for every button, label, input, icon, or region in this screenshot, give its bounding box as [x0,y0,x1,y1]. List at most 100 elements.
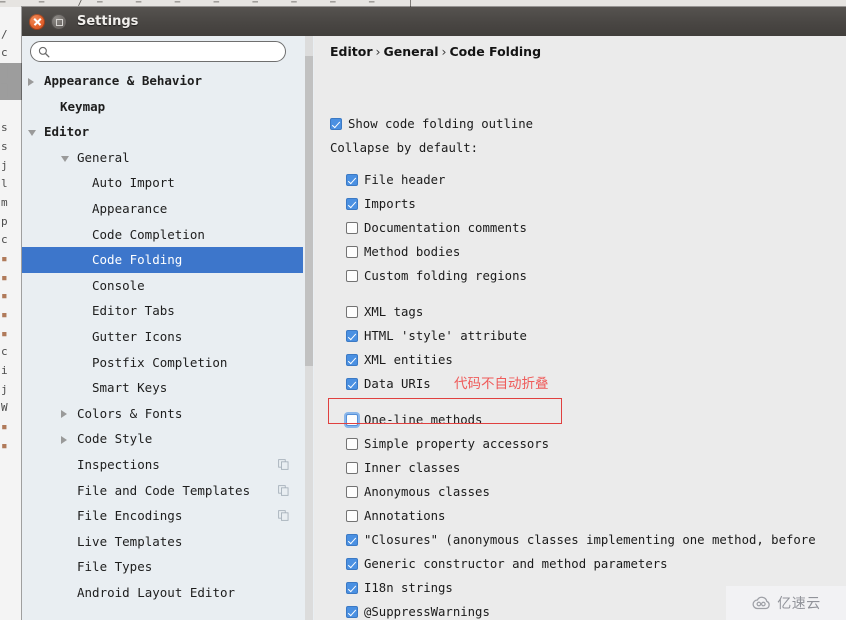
chevron-right-icon[interactable] [61,435,67,444]
sidebar-item-label: Postfix Completion [92,354,228,370]
sidebar-item-live-templates[interactable]: Live Templates [22,529,303,555]
checkbox[interactable] [346,414,358,426]
sidebar-item-smart-keys[interactable]: Smart Keys [22,375,303,401]
copy-icon[interactable] [278,459,289,470]
sidebar-item-code-completion[interactable]: Code Completion [22,222,303,248]
checkbox[interactable] [346,378,358,390]
option-label: Anonymous classes [364,485,490,499]
sidebar-item-auto-import[interactable]: Auto Import [22,170,303,196]
window-title: Settings [77,14,139,29]
checkbox[interactable] [346,582,358,594]
background-text-line: █ [0,81,24,101]
breadcrumb-separator: › [375,44,381,59]
background-text-line: c [1,345,8,359]
option-label: XML entities [364,353,453,367]
background-text-line: █ [0,63,24,82]
sidebar-item-file-and-code-templates[interactable]: File and Code Templates [22,478,303,504]
option-label: Inner classes [364,461,461,475]
checkbox[interactable] [346,222,358,234]
sidebar-item-label: Appearance [92,200,168,216]
sidebar-item-label: File Encodings [77,508,183,524]
sidebar-item-editor[interactable]: Editor [22,119,303,145]
sidebar-item-file-types[interactable]: File Types [22,554,303,580]
background-text-line: i [1,364,8,378]
chevron-right-icon[interactable] [28,77,34,86]
checkbox[interactable] [346,510,358,522]
sidebar-item-appearance-behavior[interactable]: Appearance & Behavior [22,68,303,94]
sidebar-item-gutter-icons[interactable]: Gutter Icons [22,324,303,350]
background-text-line [0,100,24,119]
sidebar-item-appearance[interactable]: Appearance [22,196,303,222]
search-icon [38,46,50,58]
checkbox[interactable] [346,330,358,342]
background-text-line: s [1,139,8,153]
option-label: HTML 'style' attribute [364,329,527,343]
sidebar-item-colors-fonts[interactable]: Colors & Fonts [22,401,303,427]
sidebar-item-label: Editor [44,124,90,140]
sidebar-item-label: Code Style [77,431,153,447]
sidebar-item-code-folding[interactable]: Code Folding [22,247,303,273]
checkbox[interactable] [346,246,358,258]
sidebar-item-label: Smart Keys [92,380,168,396]
checkbox[interactable] [346,174,358,186]
copy-icon[interactable] [278,510,289,521]
checkbox[interactable] [346,606,358,618]
sidebar-item-code-style[interactable]: Code Style [22,426,303,452]
checkbox[interactable] [346,354,358,366]
background-text-line: j [1,382,8,396]
checkbox-show-code-folding-outline[interactable] [330,118,342,130]
search-box[interactable] [30,41,286,62]
checkbox[interactable] [346,558,358,570]
sidebar-item-label: Auto Import [92,175,175,191]
sidebar-item-inspections[interactable]: Inspections [22,452,303,478]
search-area [22,36,303,68]
collapse-by-default-heading: Collapse by default: [330,141,479,155]
option-label: Custom folding regions [364,269,527,283]
chevron-right-icon[interactable] [61,410,67,419]
background-text-line: ▪ [1,270,8,284]
checkbox[interactable] [346,270,358,282]
sidebar-item-file-encodings[interactable]: File Encodings [22,503,303,529]
settings-dialog: Settings Appearance & Behavior Keymap Edit… [22,7,846,620]
option-label: Generic constructor and method parameter… [364,557,668,571]
checkbox[interactable] [346,534,358,546]
sidebar-item-general[interactable]: General [22,145,303,171]
checkbox[interactable] [346,306,358,318]
settings-tree: Appearance & Behavior Keymap Editor General… [22,68,303,620]
sidebar-item-keymap[interactable]: Keymap [22,94,303,120]
background-text-line: ▪ [1,420,8,434]
option-label: Simple property accessors [364,437,550,451]
option-label: "Closures" (anonymous classes implementi… [364,533,816,547]
option-label: File header [364,173,446,187]
close-icon[interactable] [29,14,45,30]
option-label: Method bodies [364,245,461,259]
option-label: Documentation comments [364,221,527,235]
search-input[interactable] [55,44,277,59]
dialog-body: Appearance & Behavior Keymap Editor General… [22,36,846,620]
maximize-icon[interactable] [51,14,67,30]
checkbox[interactable] [346,486,358,498]
sidebar-scrollbar-thumb[interactable] [305,56,313,366]
chevron-down-icon[interactable] [61,155,69,162]
breadcrumb-part[interactable]: General [384,44,439,59]
checkbox[interactable] [346,198,358,210]
breadcrumb-part[interactable]: Code Folding [450,44,542,59]
chevron-down-icon[interactable] [28,130,36,137]
background-text-line: c [1,46,8,60]
sidebar-item-label: Code Completion [92,226,205,242]
sidebar-item-editor-tabs[interactable]: Editor Tabs [22,298,303,324]
sidebar-item-label: Inspections [77,456,160,472]
option-label: I18n strings [364,581,453,595]
option-label: Annotations [364,509,446,523]
breadcrumb-part[interactable]: Editor [330,44,373,59]
sidebar-item-console[interactable]: Console [22,273,303,299]
copy-icon[interactable] [278,484,289,496]
checkbox[interactable] [346,462,358,474]
option-label: XML tags [364,305,424,319]
sidebar-item-label: Editor Tabs [92,303,175,319]
background-text-line: / [1,27,8,41]
option-label: Imports [364,197,416,211]
sidebar-item-android-layout-editor[interactable]: Android Layout Editor [22,580,303,606]
sidebar-item-postfix-completion[interactable]: Postfix Completion [22,350,303,376]
checkbox[interactable] [346,438,358,450]
